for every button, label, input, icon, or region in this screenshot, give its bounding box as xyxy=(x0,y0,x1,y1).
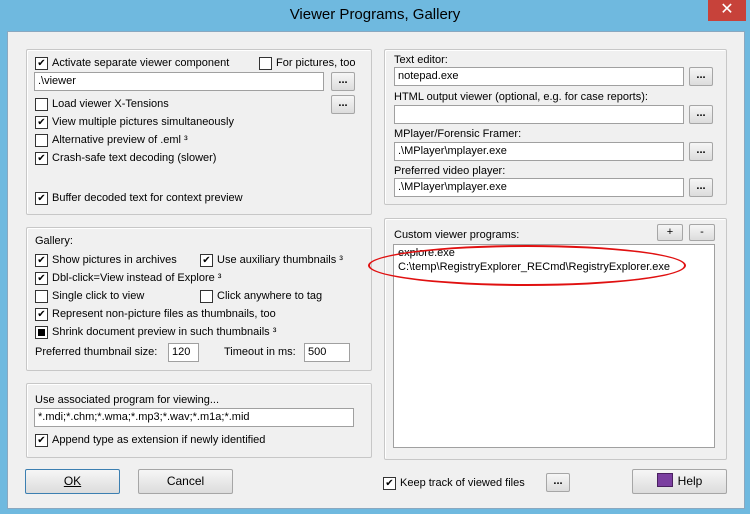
checkbox-box xyxy=(35,133,48,147)
highlight-ring-annotation xyxy=(368,245,686,286)
add-viewer-button[interactable]: + xyxy=(657,224,683,241)
thumb-size-label: Preferred thumbnail size: xyxy=(35,346,158,358)
text-editor-input[interactable]: notepad.exe xyxy=(394,67,684,86)
alt-preview-checkbox[interactable]: Alternative preview of .eml ³ xyxy=(35,133,188,147)
ok-button[interactable]: OK xyxy=(25,469,120,494)
checkbox-label: Crash-safe text decoding (slower) xyxy=(52,152,217,164)
cancel-label: Cancel xyxy=(166,474,205,488)
checkbox-box xyxy=(35,325,48,339)
mplayer-input[interactable]: .\MPlayer\mplayer.exe xyxy=(394,142,684,161)
mplayer-label: MPlayer/Forensic Framer: xyxy=(394,128,522,140)
checkbox-box xyxy=(35,289,48,303)
xtensions-browse-button[interactable]: ... xyxy=(331,95,355,114)
checkbox-box xyxy=(35,307,48,321)
checkbox-label: Show pictures in archives xyxy=(52,254,177,266)
click-anywhere-checkbox[interactable]: Click anywhere to tag xyxy=(200,289,322,303)
checkbox-label: Activate separate viewer component xyxy=(52,57,230,69)
timeout-label: Timeout in ms: xyxy=(224,346,296,358)
archives-checkbox[interactable]: Show pictures in archives xyxy=(35,253,177,267)
checkbox-box xyxy=(35,97,48,111)
checkbox-box xyxy=(35,253,48,267)
ok-label: OK xyxy=(63,474,82,488)
checkbox-label: For pictures, too xyxy=(276,57,356,69)
thumb-size-input[interactable]: 120 xyxy=(168,343,199,362)
checkbox-box xyxy=(259,56,272,70)
crashsafe-checkbox[interactable]: Crash-safe text decoding (slower) xyxy=(35,151,216,165)
checkbox-box xyxy=(35,433,48,447)
multiple-pictures-checkbox[interactable]: View multiple pictures simultaneously xyxy=(35,115,234,129)
checkbox-label: Click anywhere to tag xyxy=(217,290,323,302)
checkbox-box xyxy=(200,289,213,303)
single-click-checkbox[interactable]: Single click to view xyxy=(35,289,144,303)
checkbox-box xyxy=(35,56,48,70)
checkbox-label: Alternative preview of .eml ³ xyxy=(52,134,188,146)
checkbox-box xyxy=(35,191,48,205)
checkbox-box xyxy=(35,115,48,129)
checkbox-label: Append type as extension if newly identi… xyxy=(52,434,266,446)
checkbox-box xyxy=(383,476,396,490)
checkbox-label: Dbl-click=View instead of Explore ³ xyxy=(52,272,222,284)
dblclick-checkbox[interactable]: Dbl-click=View instead of Explore ³ xyxy=(35,271,221,285)
keep-track-checkbox[interactable]: Keep track of viewed files xyxy=(383,476,525,490)
viewer-path-browse-button[interactable]: ... xyxy=(331,72,355,91)
html-viewer-label: HTML output viewer (optional, e.g. for c… xyxy=(394,91,648,103)
buffer-text-checkbox[interactable]: Buffer decoded text for context preview xyxy=(35,191,243,205)
checkbox-label: Use auxiliary thumbnails ³ xyxy=(217,254,343,266)
shrink-preview-checkbox[interactable]: Shrink document preview in such thumbnai… xyxy=(35,325,276,339)
video-player-browse-button[interactable]: ... xyxy=(689,178,713,197)
video-player-input[interactable]: .\MPlayer\mplayer.exe xyxy=(394,178,684,197)
help-book-icon xyxy=(656,473,673,487)
checkbox-label: Keep track of viewed files xyxy=(400,477,525,489)
html-viewer-input[interactable] xyxy=(394,105,684,124)
checkbox-label: Buffer decoded text for context preview xyxy=(52,192,243,204)
activate-viewer-checkbox[interactable]: Activate separate viewer component xyxy=(35,56,229,70)
help-label: Help xyxy=(677,474,703,488)
html-viewer-browse-button[interactable]: ... xyxy=(689,105,713,124)
help-button[interactable]: Help xyxy=(632,469,727,494)
checkbox-label: Shrink document preview in such thumbnai… xyxy=(52,326,277,338)
xtensions-checkbox[interactable]: Load viewer X-Tensions xyxy=(35,97,169,111)
remove-viewer-button[interactable]: - xyxy=(689,224,715,241)
checkbox-box xyxy=(200,253,213,267)
mplayer-browse-button[interactable]: ... xyxy=(689,142,713,161)
custom-viewers-label: Custom viewer programs: xyxy=(394,229,520,241)
represent-checkbox[interactable]: Represent non-picture files as thumbnail… xyxy=(35,307,276,321)
window-title: Viewer Programs, Gallery xyxy=(289,6,461,23)
timeout-input[interactable]: 500 xyxy=(304,343,350,362)
assoc-label: Use associated program for viewing... xyxy=(35,394,220,406)
gallery-heading: Gallery: xyxy=(35,235,73,247)
viewer-path-input[interactable]: .\viewer xyxy=(34,72,324,91)
checkbox-label: Load viewer X-Tensions xyxy=(52,98,169,110)
checkbox-box xyxy=(35,271,48,285)
checkbox-label: Represent non-picture files as thumbnail… xyxy=(52,308,276,320)
aux-thumbnails-checkbox[interactable]: Use auxiliary thumbnails ³ xyxy=(200,253,343,267)
append-type-checkbox[interactable]: Append type as extension if newly identi… xyxy=(35,433,265,447)
video-player-label: Preferred video player: xyxy=(394,165,506,177)
assoc-types-input[interactable]: *.mdi;*.chm;*.wma;*.mp3;*.wav;*.m1a;*.mi… xyxy=(34,408,354,427)
text-editor-label: Text editor: xyxy=(394,54,448,66)
text-editor-browse-button[interactable]: ... xyxy=(689,67,713,86)
close-button[interactable]: ✕ xyxy=(708,0,746,21)
window-border-left xyxy=(0,31,7,507)
keep-track-button[interactable]: ... xyxy=(546,473,570,492)
for-pictures-checkbox[interactable]: For pictures, too xyxy=(259,56,355,70)
checkbox-label: Single click to view xyxy=(52,290,145,302)
cancel-button[interactable]: Cancel xyxy=(138,469,233,494)
checkbox-box xyxy=(35,151,48,165)
checkbox-label: View multiple pictures simultaneously xyxy=(52,116,234,128)
